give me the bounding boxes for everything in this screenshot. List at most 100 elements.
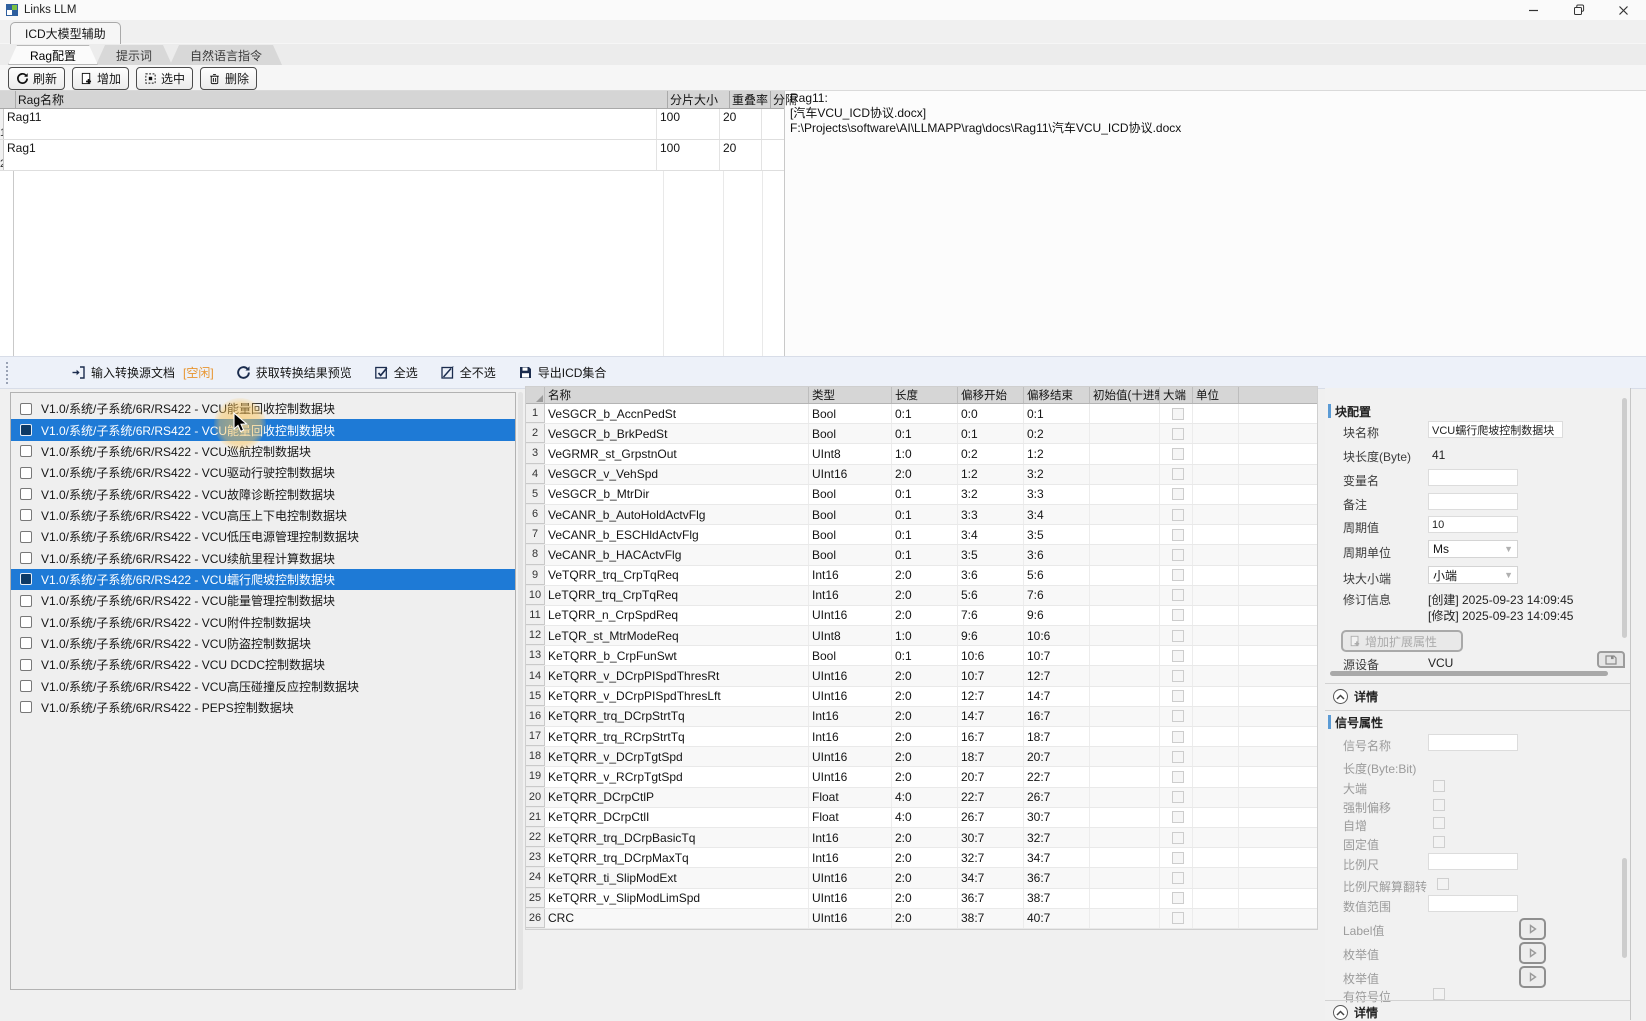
horizontal-scrollbar[interactable] xyxy=(1330,671,1608,676)
block-name-input[interactable] xyxy=(1428,421,1563,438)
item-checkbox[interactable] xyxy=(20,531,32,543)
big-endian-checkbox[interactable] xyxy=(1172,509,1184,521)
select-none-button[interactable]: 全不选 xyxy=(440,364,496,381)
signal-row[interactable]: 7 VeCANR_b_ESCHldActvFlg Bool 0:1 3:4 3:… xyxy=(526,525,1317,545)
signal-bigendian-checkbox[interactable] xyxy=(1433,780,1445,792)
signed-bit-checkbox[interactable] xyxy=(1433,988,1445,1000)
import-source-button[interactable]: 输入转换源文档 xyxy=(71,364,175,381)
signal-row[interactable]: 17 KeTQRR_trq_RCrpStrtTq Int16 2:0 16:7 … xyxy=(526,727,1317,747)
big-endian-checkbox[interactable] xyxy=(1172,448,1184,460)
signal-row[interactable]: 4 VeSGCR_v_VehSpd UInt16 2:0 1:2 3:2 xyxy=(526,465,1317,485)
big-endian-checkbox[interactable] xyxy=(1172,408,1184,420)
signal-row[interactable]: 20 KeTQRR_DCrpCtlP Float 4:0 22:7 26:7 xyxy=(526,788,1317,808)
col-offset-end[interactable]: 偏移结束 xyxy=(1024,387,1090,403)
tab-prompt[interactable]: 提示词 xyxy=(96,45,172,65)
signal-row[interactable]: 10 LeTQRR_trq_CrpTqReq Int16 2:0 5:6 7:6 xyxy=(526,586,1317,606)
auto-increment-checkbox[interactable] xyxy=(1433,817,1445,829)
big-endian-checkbox[interactable] xyxy=(1172,569,1184,581)
item-checkbox[interactable] xyxy=(20,573,32,585)
tab-icd-assistant[interactable]: ICD大模型辅助 xyxy=(10,22,121,44)
add-button[interactable]: 增加 xyxy=(72,67,129,90)
signal-row[interactable]: 26 CRC UInt16 2:0 38:7 40:7 xyxy=(526,909,1317,929)
signal-row[interactable]: 25 KeTQRR_v_SlipModLimSpd UInt16 2:0 36:… xyxy=(526,889,1317,909)
big-endian-checkbox[interactable] xyxy=(1172,872,1184,884)
signal-row[interactable]: 3 VeGRMR_st_GrpstnOut UInt8 1:0 0:2 1:2 xyxy=(526,444,1317,464)
minimize-button[interactable] xyxy=(1511,0,1556,20)
signal-row[interactable]: 8 VeCANR_b_HACActvFlg Bool 0:1 3:5 3:6 xyxy=(526,545,1317,565)
block-list-item[interactable]: V1.0/系统/子系统/6R/RS422 - VCU高压碰撞反应控制数据块 xyxy=(11,675,515,696)
close-button[interactable] xyxy=(1601,0,1646,20)
signal-row[interactable]: 15 KeTQRR_v_DCrpPISpdThresLft UInt16 2:0… xyxy=(526,687,1317,707)
block-list-scrollbar[interactable] xyxy=(518,392,523,990)
big-endian-checkbox[interactable] xyxy=(1172,731,1184,743)
force-offset-checkbox[interactable] xyxy=(1433,799,1445,811)
signal-row[interactable]: 18 KeTQRR_v_DCrpTgtSpd UInt16 2:0 18:7 2… xyxy=(526,747,1317,767)
label-value-button[interactable] xyxy=(1519,918,1546,940)
panel-scrollbar-thumb[interactable] xyxy=(1622,398,1627,638)
big-endian-checkbox[interactable] xyxy=(1172,650,1184,662)
col-unit[interactable]: 单位 xyxy=(1193,387,1239,403)
source-device-edit-button[interactable] xyxy=(1597,651,1625,668)
period-unit-dropdown[interactable]: Ms ▼ xyxy=(1428,540,1518,558)
block-list-item[interactable]: V1.0/系统/子系统/6R/RS422 - VCU能量管理控制数据块 xyxy=(11,590,515,611)
col-type[interactable]: 类型 xyxy=(809,387,892,403)
signal-row[interactable]: 2 VeSGCR_b_BrkPedSt Bool 0:1 0:1 0:2 xyxy=(526,424,1317,444)
item-checkbox[interactable] xyxy=(20,552,32,564)
signal-row[interactable]: 5 VeSGCR_b_MtrDir Bool 0:1 3:2 3:3 xyxy=(526,485,1317,505)
toolbar-grip[interactable] xyxy=(6,362,11,384)
item-checkbox[interactable] xyxy=(20,680,32,692)
big-endian-checkbox[interactable] xyxy=(1172,428,1184,440)
signal-row[interactable]: 14 KeTQRR_v_DCrpPISpdThresRt UInt16 2:0 … xyxy=(526,666,1317,686)
signal-name-input[interactable] xyxy=(1428,734,1518,751)
block-list-item[interactable]: V1.0/系统/子系统/6R/RS422 - PEPS控制数据块 xyxy=(11,697,515,718)
big-endian-checkbox[interactable] xyxy=(1172,690,1184,702)
big-endian-checkbox[interactable] xyxy=(1172,630,1184,642)
variable-name-input[interactable] xyxy=(1428,469,1518,486)
select-all-button[interactable]: 全选 xyxy=(374,364,418,381)
add-extended-attr-button[interactable]: 增加扩展属性 xyxy=(1341,630,1463,652)
item-checkbox[interactable] xyxy=(20,659,32,671)
tab-rag-config[interactable]: Rag配置 xyxy=(8,45,98,65)
select-all-corner[interactable] xyxy=(526,387,545,403)
big-endian-checkbox[interactable] xyxy=(1172,832,1184,844)
item-checkbox[interactable] xyxy=(20,488,32,500)
big-endian-checkbox[interactable] xyxy=(1172,710,1184,722)
big-endian-checkbox[interactable] xyxy=(1172,912,1184,924)
signal-row[interactable]: 24 KeTQRR_ti_SlipModExt UInt16 2:0 34:7 … xyxy=(526,868,1317,888)
block-list-item[interactable]: V1.0/系统/子系统/6R/RS422 - VCU故障诊断控制数据块 xyxy=(11,483,515,504)
select-button[interactable]: 选中 xyxy=(136,67,193,90)
item-checkbox[interactable] xyxy=(20,445,32,457)
item-checkbox[interactable] xyxy=(20,595,32,607)
block-list-item[interactable]: V1.0/系统/子系统/6R/RS422 - VCU驱动行驶控制数据块 xyxy=(11,462,515,483)
big-endian-checkbox[interactable] xyxy=(1172,892,1184,904)
signal-row[interactable]: 12 LeTQR_st_MtrModeReq UInt8 1:0 9:6 10:… xyxy=(526,626,1317,646)
rag-col-chunk-size[interactable]: 分片大小 xyxy=(668,91,730,108)
enum-value-button-2[interactable] xyxy=(1519,966,1546,988)
item-checkbox[interactable] xyxy=(20,467,32,479)
refresh-button[interactable]: 刷新 xyxy=(8,67,65,90)
value-range-input[interactable] xyxy=(1428,895,1518,912)
maximize-button[interactable] xyxy=(1556,0,1601,20)
get-preview-button[interactable]: 获取转换结果预览 xyxy=(236,364,352,381)
fixed-value-checkbox[interactable] xyxy=(1433,836,1445,848)
signal-row[interactable]: 13 KeTQRR_b_CrpFunSwt Bool 0:1 10:6 10:7 xyxy=(526,646,1317,666)
signal-row[interactable]: 21 KeTQRR_DCrpCtlI Float 4:0 26:7 30:7 xyxy=(526,808,1317,828)
scale-input[interactable] xyxy=(1428,853,1518,870)
signal-row[interactable]: 1 VeSGCR_b_AccnPedSt Bool 0:1 0:0 0:1 xyxy=(526,404,1317,424)
big-endian-checkbox[interactable] xyxy=(1172,549,1184,561)
big-endian-checkbox[interactable] xyxy=(1172,852,1184,864)
big-endian-checkbox[interactable] xyxy=(1172,811,1184,823)
panel-scrollbar-thumb[interactable] xyxy=(1622,858,1627,958)
item-checkbox[interactable] xyxy=(20,424,32,436)
big-endian-checkbox[interactable] xyxy=(1172,468,1184,480)
big-endian-checkbox[interactable] xyxy=(1172,488,1184,500)
block-endian-dropdown[interactable]: 小端 ▼ xyxy=(1428,566,1518,584)
col-initial-value[interactable]: 初始值(十进制) xyxy=(1090,387,1160,403)
block-list-item[interactable]: V1.0/系统/子系统/6R/RS422 - VCU附件控制数据块 xyxy=(11,611,515,632)
big-endian-checkbox[interactable] xyxy=(1172,791,1184,803)
block-list-item[interactable]: V1.0/系统/子系统/6R/RS422 - VCU防盗控制数据块 xyxy=(11,633,515,654)
signal-row[interactable]: 22 KeTQRR_trq_DCrpBasicTq Int16 2:0 30:7… xyxy=(526,828,1317,848)
item-checkbox[interactable] xyxy=(20,509,32,521)
signal-row[interactable]: 19 KeTQRR_v_RCrpTgtSpd UInt16 2:0 20:7 2… xyxy=(526,767,1317,787)
big-endian-checkbox[interactable] xyxy=(1172,670,1184,682)
